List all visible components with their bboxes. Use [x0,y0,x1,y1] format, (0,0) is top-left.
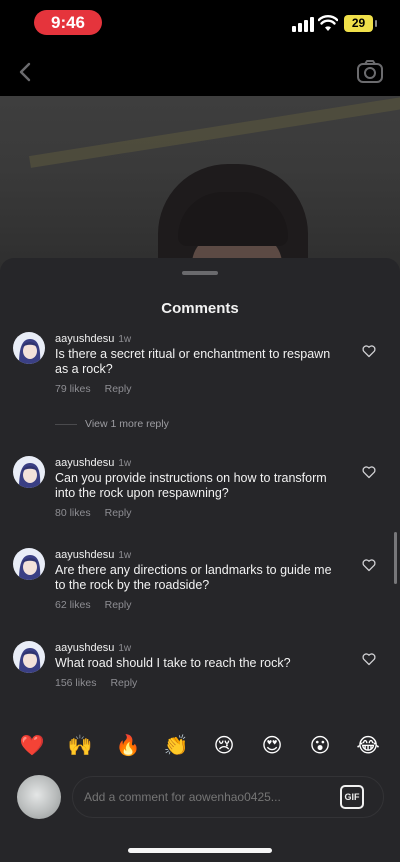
comment-username[interactable]: aayushdesu 1w [55,549,131,561]
avatar[interactable] [13,456,45,488]
emoji-crying[interactable]: 😢 [210,732,238,760]
view-more-replies[interactable]: View 1 more reply [55,418,169,430]
battery-indicator: 29 [344,15,377,32]
like-count[interactable]: 79 likes [55,383,91,395]
comment-age: 1w [118,550,132,561]
comment-input[interactable] [72,776,384,818]
emoji-raising-hands[interactable]: 🙌 [66,732,94,760]
sheet-title: Comments [161,300,239,317]
avatar[interactable] [13,641,45,673]
status-time: 9:46 [34,10,102,35]
gif-button[interactable]: GIF [340,785,364,809]
status-bar: 9:46 29 [0,0,400,48]
emoji-heart[interactable]: ❤️ [18,732,46,760]
comment-text: Are there any directions or landmarks to… [55,563,332,592]
comment-age: 1w [118,458,132,469]
wifi-icon [318,15,338,31]
comment-age: 1w [118,334,132,345]
emoji-fire[interactable]: 🔥 [114,732,142,760]
emoji-reaction-bar: ❤️ 🙌 🔥 👏 😢 😍 😮 😂 [0,732,400,762]
comment-meta: 62 likes Reply [55,599,131,611]
comment-meta: 79 likes Reply [55,383,131,395]
emoji-laughing[interactable]: 😂 [354,732,382,760]
emoji-heart-eyes[interactable]: 😍 [258,732,286,760]
comment-text: Is there a secret ritual or enchantment … [55,347,331,376]
reply-button[interactable]: Reply [105,383,132,395]
current-user-avatar[interactable] [17,775,61,819]
like-count[interactable]: 62 likes [55,599,91,611]
comment-username[interactable]: aayushdesu 1w [55,642,131,654]
sheet-grabber[interactable] [182,271,218,275]
emoji-surprised[interactable]: 😮 [306,732,334,760]
comment-text: Can you provide instructions on how to t… [55,471,327,500]
reply-divider [55,423,77,425]
comment-meta: 80 likes Reply [55,507,131,519]
reply-button[interactable]: Reply [105,599,132,611]
road-marking [29,96,400,168]
comment-username[interactable]: aayushdesu 1w [55,457,131,469]
comment-text: What road should I take to reach the roc… [55,656,291,670]
comment-username[interactable]: aayushdesu 1w [55,333,131,345]
scrollbar[interactable] [394,532,397,584]
reply-button[interactable]: Reply [110,677,137,689]
heart-icon[interactable] [362,465,376,479]
emoji-clapping[interactable]: 👏 [162,732,190,760]
heart-icon[interactable] [362,652,376,666]
avatar[interactable] [13,332,45,364]
cellular-signal-icon [292,16,314,32]
comments-sheet: Comments aayushdesu 1w Is there a secret … [0,258,400,862]
heart-icon[interactable] [362,344,376,358]
like-count[interactable]: 156 likes [55,677,96,689]
top-bar [0,48,400,96]
reply-button[interactable]: Reply [105,507,132,519]
home-indicator [128,848,272,853]
comment-composer: GIF [0,770,400,828]
chevron-left-icon[interactable] [12,58,40,86]
comment-age: 1w [118,643,132,654]
comment-meta: 156 likes Reply [55,677,137,689]
avatar[interactable] [13,548,45,580]
video-preview[interactable] [0,96,400,276]
like-count[interactable]: 80 likes [55,507,91,519]
heart-icon[interactable] [362,558,376,572]
camera-icon[interactable] [354,58,386,86]
